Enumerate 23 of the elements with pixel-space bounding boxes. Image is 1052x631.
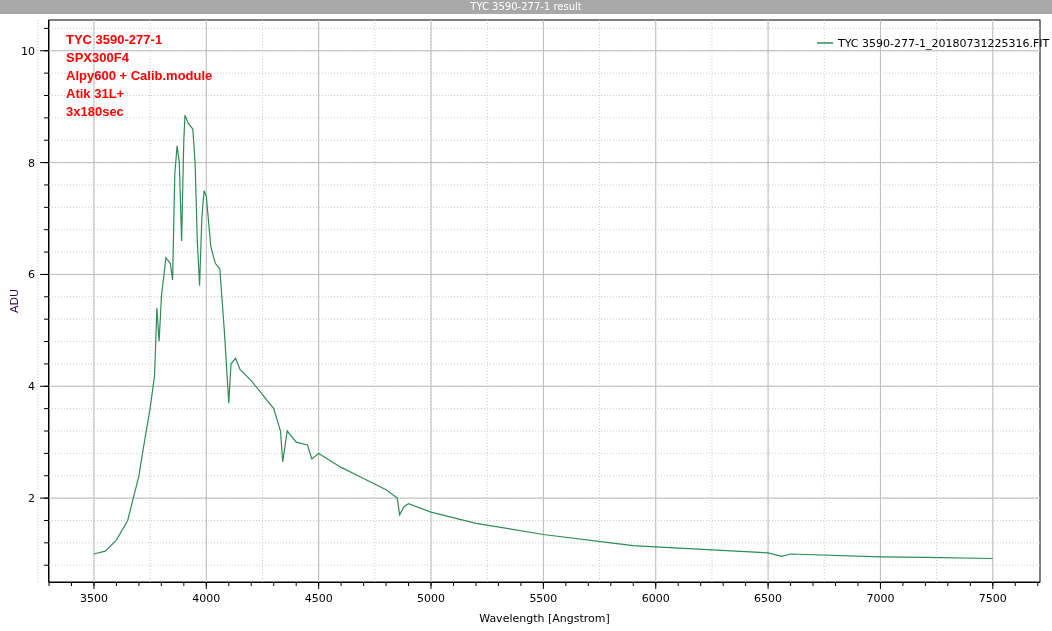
- y-tick-label: 4: [28, 380, 35, 394]
- x-tick-label: 4000: [192, 592, 221, 605]
- x-tick-label: 6000: [641, 592, 670, 605]
- x-tick-label: 5000: [417, 592, 445, 605]
- x-tick-label: 5500: [529, 592, 558, 605]
- legend-label: TYC 3590-277-1_20180731225316.FIT: [838, 37, 1050, 50]
- y-tick-label: 2: [28, 492, 35, 506]
- x-tick-label: 3500: [79, 592, 108, 605]
- x-tick-label: 6500: [754, 592, 783, 605]
- window-title: TYC 3590-277-1 result: [470, 1, 582, 13]
- y-tick-label: 6: [28, 268, 35, 282]
- y-tick-label: 8: [28, 156, 35, 170]
- annotation-text: 3x180sec: [66, 104, 124, 119]
- annotation-text: TYC 3590-277-1: [66, 32, 163, 47]
- annotation-text: Alpy600 + Calib.module: [66, 68, 213, 83]
- annotation-text: Atik 31L+: [66, 86, 125, 101]
- x-tick-label: 7500: [978, 592, 1007, 605]
- annotation-text: SPX300F4: [66, 50, 129, 65]
- y-tick-label: 10: [21, 44, 35, 58]
- x-axis-title: Wavelength [Angstrom]: [479, 612, 610, 625]
- y-axis-title: ADU: [8, 289, 21, 313]
- x-tick-label: 4500: [304, 592, 333, 605]
- x-tick-label: 7000: [866, 592, 895, 605]
